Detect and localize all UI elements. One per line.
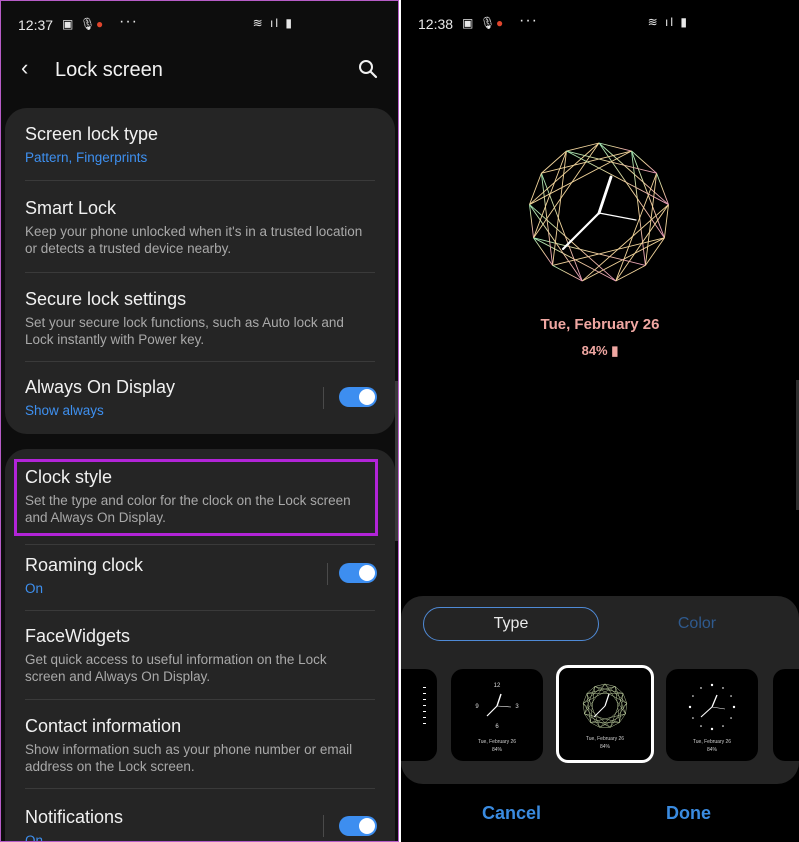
battery-percent: 84% <box>581 343 608 358</box>
toggle-separator <box>327 563 328 585</box>
item-subtitle: Get quick access to useful information o… <box>25 651 375 685</box>
clock-thumbnail-geometric-selected[interactable]: Tue, February 26 84% <box>556 665 654 763</box>
item-subtitle-line: Get quick access to useful information o… <box>25 652 327 667</box>
secure-lock-settings-item[interactable]: Secure lock settings Set your secure loc… <box>25 289 375 348</box>
app-notification-icon: ● <box>96 17 104 31</box>
clock-thumbnail-partial[interactable] <box>401 669 437 761</box>
back-arrow-icon[interactable]: ‹ <box>21 55 28 81</box>
mic-icon: 🎙 <box>80 17 96 31</box>
item-title: Smart Lock <box>25 198 117 218</box>
more-notifications-icon: ··· <box>119 13 138 30</box>
dotted-clock-icon <box>688 683 736 731</box>
page-title: Lock screen <box>55 59 163 81</box>
preview-date: Tue, February 26 <box>540 316 660 333</box>
tab-type[interactable]: Type <box>423 607 599 641</box>
always-on-display-toggle[interactable] <box>339 387 377 407</box>
item-subtitle-line: address on the Lock screen. <box>25 759 195 774</box>
cancel-button[interactable]: Cancel <box>482 803 541 824</box>
clock-style-panel: Type Color 12 3 6 9 Tue, February 26 84%… <box>401 596 799 784</box>
item-title: Roaming clock <box>25 555 144 575</box>
thumbnail-date: Tue, February 26 <box>585 736 625 742</box>
item-subtitle-line: Lock instantly with Power key. <box>25 332 205 347</box>
app-bar: ‹ Lock screen <box>1 49 398 93</box>
second-hand <box>598 212 637 221</box>
divider <box>25 699 375 700</box>
numeral-9: 9 <box>475 704 479 710</box>
clock-style-highlight-box <box>14 459 378 536</box>
status-bar: 12:37 ▣ 🎙 ● ··· ≋ ıl ▮ <box>1 1 398 47</box>
thumbnail-date: Tue, February 26 <box>692 739 732 745</box>
toggle-separator <box>323 815 324 837</box>
tab-color[interactable]: Color <box>647 607 747 641</box>
status-time: 12:37 <box>18 17 54 33</box>
scrollbar[interactable] <box>395 381 398 541</box>
clock-thumbnail-graphic <box>423 687 426 724</box>
divider <box>25 180 375 181</box>
gallery-icon: ▣ <box>62 17 74 31</box>
item-subtitle: Set your secure lock functions, such as … <box>25 314 375 348</box>
app-notification-icon: ● <box>496 16 504 30</box>
roaming-clock-item[interactable]: Roaming clock On <box>25 555 375 597</box>
item-title: FaceWidgets <box>25 626 131 646</box>
roaming-clock-toggle[interactable] <box>339 563 377 583</box>
toggle-knob <box>359 818 375 834</box>
item-subtitle: Pattern, Fingerprints <box>25 150 148 165</box>
divider <box>25 788 375 789</box>
signal-battery-icons: ≋ ıl ▮ <box>647 15 689 29</box>
lock-screen-settings-phone: 12:37 ▣ 🎙 ● ··· ≋ ıl ▮ ‹ Lock screen Scr… <box>0 0 399 842</box>
item-subtitle-line: Keep your phone unlocked when it's in a … <box>25 224 363 239</box>
search-icon[interactable] <box>358 59 378 79</box>
item-subtitle: On <box>25 581 44 596</box>
divider <box>25 361 375 362</box>
screen-lock-type-item[interactable]: Screen lock type Pattern, Fingerprints <box>25 124 375 166</box>
clock-style-phone: 12:38 ▣ 🎙 ● ··· ≋ ıl ▮ Tue, February 26 … <box>401 0 799 842</box>
item-subtitle: Keep your phone unlocked when it's in a … <box>25 223 375 257</box>
toggle-separator <box>323 387 324 409</box>
item-title: Contact information <box>25 716 182 736</box>
clock-thumbnail-partial-right[interactable] <box>773 669 799 761</box>
item-subtitle-line: Set your secure lock functions, such as … <box>25 315 344 330</box>
item-title: Screen lock type <box>25 124 159 144</box>
toggle-knob <box>359 565 375 581</box>
done-button[interactable]: Done <box>666 803 711 824</box>
battery-icon: ▮ <box>611 343 619 358</box>
geometric-clock-icon <box>582 683 628 728</box>
signal-battery-icons: ≋ ıl ▮ <box>252 16 294 30</box>
toggle-knob <box>359 389 375 405</box>
screenshot-root: 12:37 ▣ 🎙 ● ··· ≋ ıl ▮ ‹ Lock screen Scr… <box>0 0 799 842</box>
notifications-toggle[interactable] <box>339 816 377 836</box>
facewidgets-item[interactable]: FaceWidgets Get quick access to useful i… <box>25 626 375 685</box>
thumbnail-battery: 84% <box>706 747 717 753</box>
more-notifications-icon: ··· <box>519 12 538 29</box>
lock-settings-card-1: Screen lock type Pattern, Fingerprints S… <box>5 108 395 434</box>
thumbnail-battery: 84% <box>599 744 610 750</box>
numeral-12: 12 <box>494 683 501 689</box>
divider <box>25 272 375 273</box>
hour-hand <box>597 175 613 215</box>
item-title: Secure lock settings <box>25 289 187 309</box>
clock-thumbnail-dots[interactable]: Tue, February 26 84% <box>666 669 758 761</box>
gallery-icon: ▣ <box>462 16 474 30</box>
item-subtitle-line: Show information such as your phone numb… <box>25 742 353 757</box>
contact-information-item[interactable]: Contact information Show information suc… <box>25 716 375 775</box>
clock-thumbnail-numerals[interactable]: 12 3 6 9 Tue, February 26 84% <box>451 669 543 761</box>
thumbnail-date: Tue, February 26 <box>477 739 517 745</box>
preview-battery: 84% ▮ <box>401 343 799 359</box>
geometric-clock-face-icon <box>529 142 669 282</box>
numeral-3: 3 <box>515 704 519 710</box>
item-subtitle: Show information such as your phone numb… <box>25 741 375 775</box>
minute-hand <box>561 211 601 251</box>
numeral-6: 6 <box>495 724 499 730</box>
analog-clock-icon: 12 3 6 9 <box>475 683 519 730</box>
smart-lock-item[interactable]: Smart Lock Keep your phone unlocked when… <box>25 198 375 257</box>
status-bar: 12:38 ▣ 🎙 ● ··· ≋ ıl ▮ <box>401 0 799 46</box>
thumbnail-battery: 84% <box>491 747 502 753</box>
item-subtitle-line: screen and Always On Display. <box>25 669 211 684</box>
status-time: 12:38 <box>418 16 454 32</box>
item-subtitle-line: or detects a trusted device nearby. <box>25 241 232 256</box>
mic-icon: 🎙 <box>480 16 496 30</box>
divider <box>25 544 375 545</box>
divider <box>25 610 375 611</box>
